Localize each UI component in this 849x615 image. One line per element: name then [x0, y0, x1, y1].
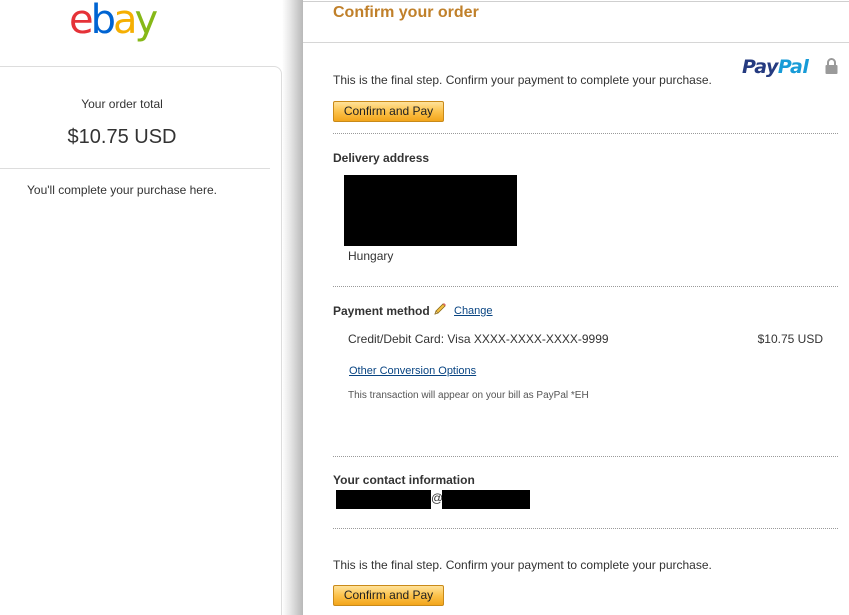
order-total-amount: $10.75 USD [67, 126, 177, 148]
card-details: Credit/Debit Card: Visa XXXX-XXXX-XXXX-9… [348, 332, 609, 346]
page-title: Confirm your order [333, 4, 479, 21]
other-conversion-options-link[interactable]: Other Conversion Options [349, 365, 476, 377]
section-divider [333, 528, 838, 529]
ebay-logo: ebay [69, 0, 158, 43]
section-divider [333, 133, 838, 134]
divider [0, 168, 270, 169]
lock-icon [825, 58, 838, 74]
final-step-text-bottom: This is the final step. Confirm your pay… [333, 558, 712, 572]
contact-info-heading: Your contact information [333, 473, 475, 487]
top-border [303, 1, 849, 2]
order-total-label: Your order total [81, 97, 163, 111]
payment-method-heading: Payment method [333, 304, 430, 318]
confirm-and-pay-button-bottom[interactable]: Confirm and Pay [333, 585, 444, 606]
redacted-email-user [336, 490, 431, 509]
redacted-email-domain [442, 490, 530, 509]
paypal-logo: PayPal [742, 56, 809, 78]
header-divider [303, 42, 849, 43]
redacted-address [344, 175, 517, 246]
final-step-text: This is the final step. Confirm your pay… [333, 73, 712, 87]
delivery-country: Hungary [348, 249, 394, 263]
order-summary-panel: ebay Your order total $10.75 USD You'll … [0, 0, 282, 615]
payment-amount: $10.75 USD [757, 332, 823, 346]
delivery-address-heading: Delivery address [333, 151, 430, 165]
section-divider [333, 286, 838, 287]
section-divider [333, 456, 838, 457]
complete-purchase-note: You'll complete your purchase here. [27, 183, 217, 197]
confirm-order-panel: Confirm your order PayPal This is the fi… [303, 0, 849, 615]
column-gutter [282, 0, 303, 615]
bill-descriptor-note: This transaction will appear on your bil… [348, 390, 589, 401]
change-payment-link[interactable]: Change [454, 305, 493, 317]
pencil-icon[interactable] [433, 302, 447, 316]
confirm-and-pay-button[interactable]: Confirm and Pay [333, 101, 444, 122]
